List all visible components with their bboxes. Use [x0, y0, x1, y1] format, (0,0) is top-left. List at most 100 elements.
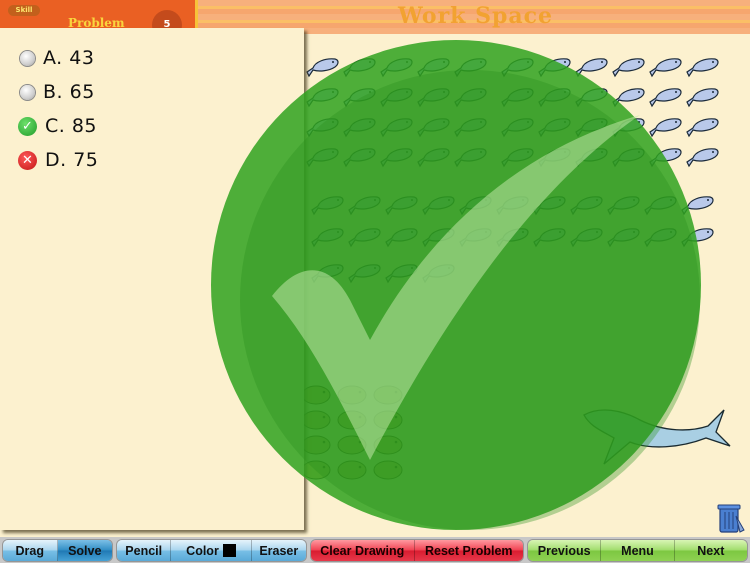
fish[interactable] — [454, 118, 487, 137]
fish[interactable] — [348, 264, 381, 283]
fish[interactable] — [454, 88, 487, 107]
pufferfish[interactable] — [337, 460, 367, 480]
menu-button[interactable]: Menu — [601, 540, 675, 561]
fish[interactable] — [686, 58, 719, 77]
pufferfish[interactable] — [301, 385, 331, 405]
next-button[interactable]: Next — [674, 540, 747, 561]
color-button[interactable]: Color — [171, 540, 252, 561]
fish[interactable] — [459, 196, 492, 215]
fish[interactable] — [686, 118, 719, 137]
fish[interactable] — [343, 148, 376, 167]
pufferfish[interactable] — [373, 435, 403, 455]
eraser-button[interactable]: Eraser — [251, 540, 306, 561]
pufferfish[interactable] — [301, 410, 331, 430]
fish[interactable] — [380, 58, 413, 77]
fish[interactable] — [612, 118, 645, 137]
skill-badge[interactable]: Skill — [8, 5, 40, 16]
fish[interactable] — [348, 228, 381, 247]
fish[interactable] — [607, 228, 640, 247]
fish[interactable] — [612, 148, 645, 167]
pufferfish[interactable] — [337, 435, 367, 455]
previous-button[interactable]: Previous — [528, 540, 602, 561]
pufferfish[interactable] — [373, 410, 403, 430]
fish[interactable] — [422, 196, 455, 215]
fish[interactable] — [649, 88, 682, 107]
fish[interactable] — [575, 88, 608, 107]
fish[interactable] — [422, 228, 455, 247]
fish[interactable] — [311, 196, 344, 215]
fish[interactable] — [612, 58, 645, 77]
fish[interactable] — [538, 58, 571, 77]
fish[interactable] — [454, 148, 487, 167]
hammerhead-shark[interactable] — [583, 409, 731, 465]
clear-drawing-button[interactable]: Clear Drawing — [311, 540, 415, 561]
fish[interactable] — [459, 228, 492, 247]
pencil-button[interactable]: Pencil — [117, 540, 172, 561]
fish[interactable] — [533, 196, 566, 215]
fish[interactable] — [380, 118, 413, 137]
answer-choice-c[interactable]: ✓ C. 85 — [18, 112, 97, 140]
pufferfish[interactable] — [301, 435, 331, 455]
fish[interactable] — [385, 228, 418, 247]
fish[interactable] — [417, 148, 450, 167]
fish[interactable] — [501, 88, 534, 107]
fish[interactable] — [306, 118, 339, 137]
fish[interactable] — [380, 148, 413, 167]
trash-can-icon[interactable] — [716, 502, 746, 534]
solve-button[interactable]: Solve — [57, 540, 112, 561]
pufferfish[interactable] — [337, 385, 367, 405]
fish[interactable] — [501, 58, 534, 77]
fish[interactable] — [644, 196, 677, 215]
fish[interactable] — [343, 88, 376, 107]
fish[interactable] — [422, 264, 455, 283]
reset-problem-button[interactable]: Reset Problem — [414, 540, 523, 561]
fish[interactable] — [306, 88, 339, 107]
fish[interactable] — [575, 58, 608, 77]
answer-choice-b[interactable]: B. 65 — [20, 78, 95, 106]
fish[interactable] — [538, 88, 571, 107]
fish[interactable] — [501, 118, 534, 137]
fish[interactable] — [417, 88, 450, 107]
pufferfish[interactable] — [301, 460, 331, 480]
fish[interactable] — [385, 264, 418, 283]
fish[interactable] — [649, 148, 682, 167]
fish[interactable] — [649, 118, 682, 137]
fish[interactable] — [348, 196, 381, 215]
fish[interactable] — [681, 228, 714, 247]
fish[interactable] — [417, 58, 450, 77]
fish[interactable] — [649, 58, 682, 77]
pufferfish[interactable] — [373, 385, 403, 405]
fish[interactable] — [644, 228, 677, 247]
fish[interactable] — [306, 148, 339, 167]
fish[interactable] — [686, 88, 719, 107]
fish[interactable] — [533, 228, 566, 247]
fish[interactable] — [311, 228, 344, 247]
fish[interactable] — [607, 196, 640, 215]
answer-choice-d[interactable]: ✕ D. 75 — [18, 146, 98, 174]
fish[interactable] — [538, 148, 571, 167]
fish[interactable] — [496, 196, 529, 215]
fish[interactable] — [501, 148, 534, 167]
pufferfish[interactable] — [373, 460, 403, 480]
fish[interactable] — [380, 88, 413, 107]
fish[interactable] — [306, 58, 339, 77]
pufferfish[interactable] — [337, 410, 367, 430]
radio-icon[interactable] — [20, 50, 35, 66]
fish[interactable] — [417, 118, 450, 137]
fish[interactable] — [454, 58, 487, 77]
fish[interactable] — [343, 118, 376, 137]
fish[interactable] — [570, 196, 603, 215]
fish[interactable] — [575, 148, 608, 167]
fish[interactable] — [385, 196, 418, 215]
fish[interactable] — [496, 228, 529, 247]
fish[interactable] — [575, 118, 608, 137]
fish[interactable] — [686, 148, 719, 167]
fish[interactable] — [681, 196, 714, 215]
answer-choice-a[interactable]: A. 43 — [20, 44, 94, 72]
drag-button[interactable]: Drag — [3, 540, 58, 561]
fish[interactable] — [311, 264, 344, 283]
fish[interactable] — [538, 118, 571, 137]
fish[interactable] — [612, 88, 645, 107]
radio-icon[interactable] — [20, 84, 35, 100]
fish[interactable] — [570, 228, 603, 247]
